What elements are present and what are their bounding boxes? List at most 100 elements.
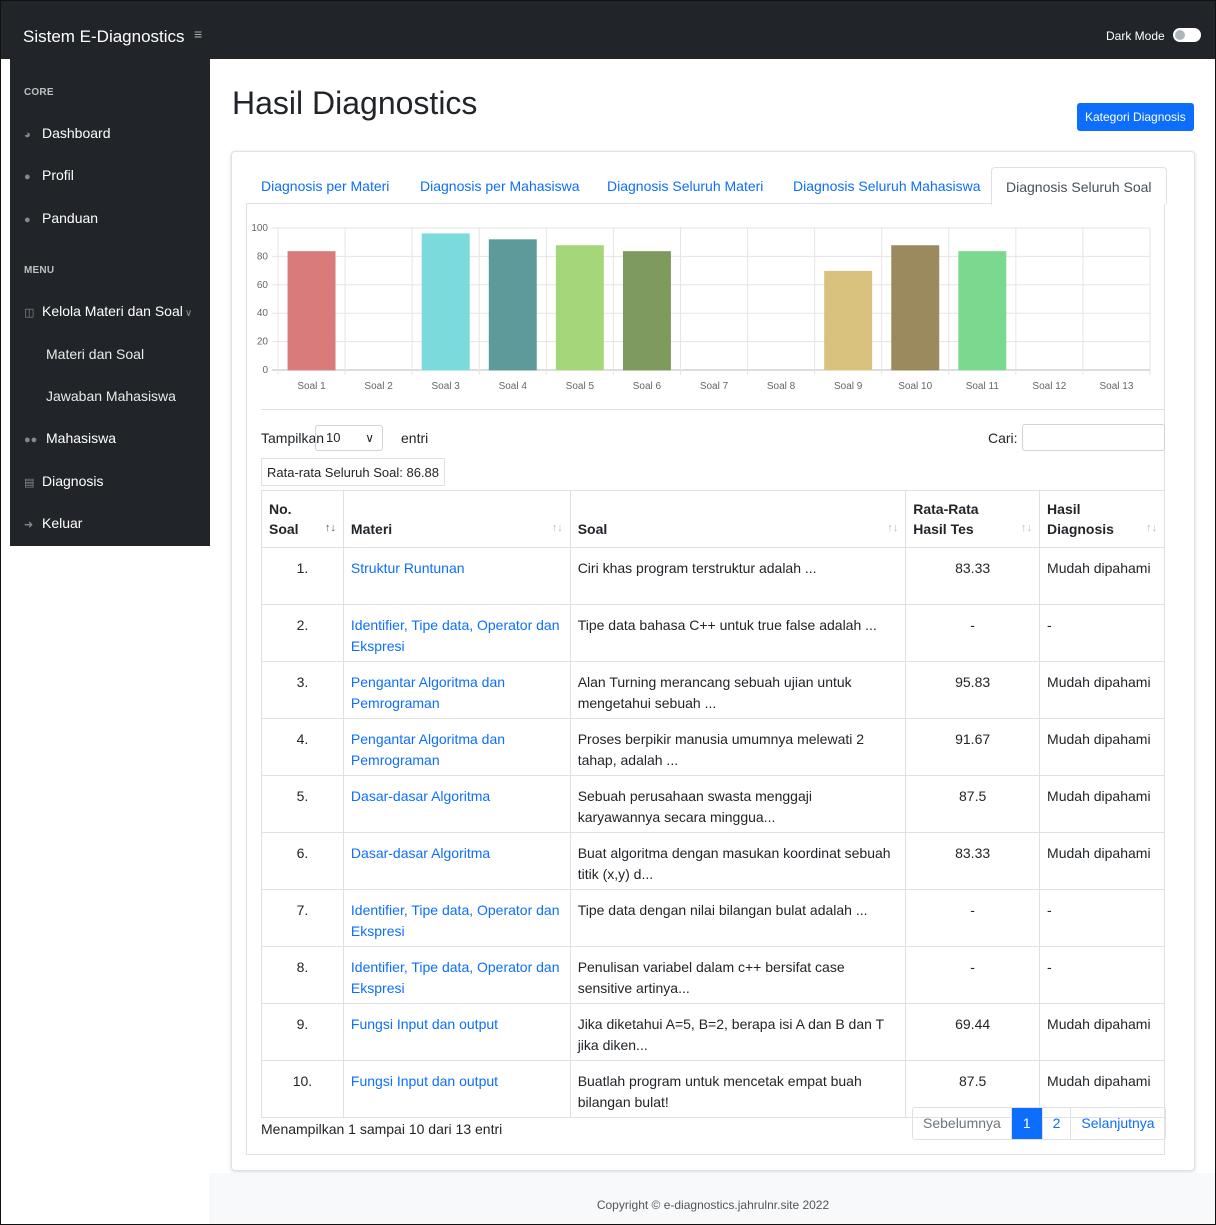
materi-link[interactable]: Dasar-dasar Algoritma — [351, 788, 490, 804]
y-tick-label: 20 — [257, 337, 269, 348]
pagination-page-1[interactable]: 1 — [1010, 1108, 1042, 1139]
column-header-hasil[interactable]: Hasil Diagnosis ↑↓ — [1039, 490, 1165, 548]
materi-link[interactable]: Fungsi Input dan output — [351, 1073, 498, 1089]
cell-rata-rata: - — [905, 604, 1041, 662]
chevron-down-icon: ∨ — [184, 308, 193, 319]
page-title: Hasil Diagnostics — [232, 85, 478, 121]
sidebar-heading-menu: MENU — [24, 265, 55, 276]
sidebar-item-profil[interactable]: ● Profil — [24, 167, 74, 183]
cell-rata-rata: - — [905, 889, 1041, 947]
sidebar: CORE ◕ Dashboard ● Profil ● Panduan MENU ◫ K… — [10, 59, 210, 546]
sidebar-item-diagnosis[interactable]: ▤ Diagnosis — [24, 473, 103, 489]
cell-materi: Pengantar Algoritma dan Pemrograman — [342, 661, 571, 719]
cell-hasil: Mudah dipahami — [1039, 775, 1165, 833]
column-header-materi[interactable]: Materi ↑↓ — [342, 490, 571, 548]
dashboard-icon: ◕ — [24, 129, 31, 141]
cell-rata-rata: 83.33 — [905, 547, 1041, 605]
x-tick-label: Soal 1 — [297, 381, 326, 392]
tab-diagnosis-seluruh-soal[interactable]: Diagnosis Seluruh Soal — [991, 167, 1167, 205]
materi-link[interactable]: Struktur Runtunan — [351, 560, 465, 576]
y-tick-label: 0 — [262, 365, 268, 376]
sidebar-subitem-jawaban[interactable]: Jawaban Mahasiswa — [46, 388, 176, 404]
length-value: 10 — [326, 430, 341, 445]
search-label: Cari: — [988, 430, 1018, 446]
materi-link[interactable]: Pengantar Algoritma dan Pemrograman — [351, 731, 505, 768]
x-tick-label: Soal 6 — [633, 381, 662, 392]
cell-no: 6. — [261, 832, 344, 890]
results-card: Diagnosis per Materi Diagnosis per Mahas… — [231, 151, 1195, 1171]
sidebar-heading-core: CORE — [24, 87, 54, 98]
materi-link[interactable]: Pengantar Algoritma dan Pemrograman — [351, 674, 505, 711]
pagination-prev-button[interactable]: Sebelumnya — [913, 1108, 1011, 1139]
table-row: 6. Dasar-dasar Algoritma Buat algoritma de… — [261, 832, 1165, 890]
cell-materi: Pengantar Algoritma dan Pemrograman — [342, 718, 571, 776]
y-tick-label: 60 — [257, 280, 269, 291]
brand-title[interactable]: Sistem E-Diagnostics — [23, 27, 185, 47]
cell-no: 4. — [261, 718, 344, 776]
bar — [488, 239, 537, 371]
column-header-rata-rata[interactable]: Rata-Rata Hasil Tes ↑↓ — [905, 490, 1041, 548]
x-tick-label: Soal 9 — [834, 381, 863, 392]
sidebar-item-label: Profil — [42, 167, 74, 183]
cell-soal: Proses berpikir manusia umumnya melewati… — [569, 718, 907, 776]
cell-soal: Buatlah program untuk mencetak empat bua… — [569, 1060, 907, 1118]
sidebar-item-mahasiswa[interactable]: ●● Mahasiswa — [24, 430, 116, 446]
sidebar-item-label: Kelola Materi dan Soal — [42, 303, 183, 319]
cell-no: 5. — [261, 775, 344, 833]
bar — [287, 251, 336, 371]
cell-no: 1. — [261, 547, 344, 605]
materi-link[interactable]: Identifier, Tipe data, Operator dan Eksp… — [351, 959, 560, 996]
table-row: 1. Struktur Runtunan Ciri khas program ter… — [261, 547, 1165, 605]
tab-diagnosis-per-materi[interactable]: Diagnosis per Materi — [261, 167, 389, 204]
cell-hasil: Mudah dipahami — [1039, 547, 1165, 605]
y-tick-label: 100 — [251, 223, 268, 234]
tab-diagnosis-seluruh-mahasiswa[interactable]: Diagnosis Seluruh Mahasiswa — [793, 167, 981, 204]
cell-no: 2. — [261, 604, 344, 662]
kategori-diagnosis-button[interactable]: Kategori Diagnosis — [1077, 103, 1194, 131]
sidebar-subitem-materi-soal[interactable]: Materi dan Soal — [46, 346, 144, 362]
materi-link[interactable]: Dasar-dasar Algoritma — [351, 845, 490, 861]
length-select[interactable]: 10 ∨ — [315, 425, 383, 451]
cell-rata-rata: 91.67 — [905, 718, 1041, 776]
hamburger-icon[interactable]: ≡ — [194, 26, 202, 42]
top-navbar: Sistem E-Diagnostics ≡ Dark Mode — [1, 1, 1215, 59]
cell-hasil: Mudah dipahami — [1039, 1003, 1165, 1061]
cell-rata-rata: 95.83 — [905, 661, 1041, 719]
column-header-soal[interactable]: Soal ↑↓ — [569, 490, 907, 548]
tab-diagnosis-seluruh-materi[interactable]: Diagnosis Seluruh Materi — [607, 167, 763, 204]
x-tick-label: Soal 12 — [1032, 381, 1066, 392]
entries-label: entri — [401, 430, 429, 446]
cell-rata-rata: - — [905, 946, 1041, 1004]
cell-rata-rata: 87.5 — [905, 775, 1041, 833]
cell-materi: Identifier, Tipe data, Operator dan Eksp… — [342, 604, 571, 662]
dark-mode-toggle[interactable] — [1173, 28, 1201, 42]
bar — [824, 270, 873, 371]
search-input[interactable] — [1022, 424, 1165, 451]
sort-icon: ↑↓ — [1146, 522, 1157, 534]
column-header-no[interactable]: No. Soal ↑↓ — [261, 490, 344, 548]
cell-no: 3. — [261, 661, 344, 719]
materi-link[interactable]: Identifier, Tipe data, Operator dan Eksp… — [351, 902, 560, 939]
table-header-row: No. Soal ↑↓ Materi ↑↓ Soal ↑↓ Rata-Rata Hasil… — [261, 490, 1165, 548]
cell-no: 7. — [261, 889, 344, 947]
sidebar-item-label: Mahasiswa — [46, 430, 117, 446]
cell-hasil: Mudah dipahami — [1039, 661, 1165, 719]
tab-diagnosis-per-mahasiswa[interactable]: Diagnosis per Mahasiswa — [420, 167, 580, 204]
cell-materi: Dasar-dasar Algoritma — [342, 775, 571, 833]
materi-link[interactable]: Fungsi Input dan output — [351, 1016, 498, 1032]
sidebar-item-keluar[interactable]: ➜ Keluar — [24, 515, 82, 531]
sidebar-item-dashboard[interactable]: ◕ Dashboard — [24, 125, 111, 141]
sign-out-icon: ➜ — [24, 519, 34, 531]
users-icon: ●● — [24, 434, 38, 446]
materi-link[interactable]: Identifier, Tipe data, Operator dan Eksp… — [351, 617, 560, 654]
sort-icon: ↑↓ — [887, 522, 899, 534]
pagination-next-button[interactable]: Selanjutnya — [1070, 1108, 1164, 1139]
sidebar-item-kelola[interactable]: ◫ Kelola Materi dan Soal ∨ — [24, 303, 192, 319]
sidebar-item-label: Keluar — [42, 515, 83, 531]
cell-hasil: Mudah dipahami — [1039, 718, 1165, 776]
sidebar-item-panduan[interactable]: ● Panduan — [24, 210, 98, 226]
dark-mode-label: Dark Mode — [1106, 29, 1165, 43]
pagination-page-2[interactable]: 2 — [1041, 1108, 1071, 1139]
diagnosis-tabs: Diagnosis per Materi Diagnosis per Mahas… — [246, 167, 1167, 205]
pagination: Sebelumnya 1 2 Selanjutnya — [912, 1107, 1166, 1140]
